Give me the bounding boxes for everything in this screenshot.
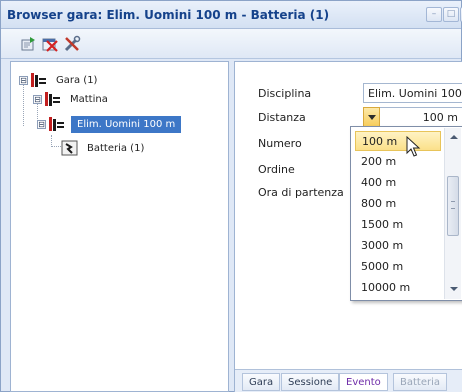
- tree-node-label: Gara (1): [56, 74, 98, 86]
- disciplina-field[interactable]: Elim. Uomini 100: [363, 83, 462, 103]
- toolbar: [1, 29, 461, 59]
- tree-node-label-selected: Elim. Uomini 100 m: [71, 115, 182, 133]
- dropdown-option[interactable]: 400 m: [355, 173, 441, 193]
- ordine-label: Ordine: [258, 163, 295, 176]
- tree-node-gara[interactable]: ⊟ Gara (1): [19, 71, 100, 89]
- dropdown-option[interactable]: 10000 m: [355, 278, 441, 298]
- mouse-cursor-icon: [406, 136, 421, 157]
- tab-batteria: Batteria: [393, 373, 447, 391]
- tab-sessione[interactable]: Sessione: [281, 373, 340, 391]
- maximize-button[interactable]: □: [443, 7, 459, 22]
- title-bar[interactable]: Browser gara: Elim. Uomini 100 m - Batte…: [1, 1, 462, 29]
- tree-node-event[interactable]: ⊟ Elim. Uomini 100 m: [37, 115, 182, 133]
- tree-node-batteria[interactable]: Batteria (1): [61, 139, 147, 157]
- tools-icon[interactable]: [63, 35, 81, 53]
- dropdown-option-highlighted[interactable]: 100 m: [355, 131, 441, 151]
- scroll-up-icon[interactable]: [450, 135, 458, 139]
- numero-label: Numero: [258, 137, 302, 150]
- collapse-icon[interactable]: ⊟: [37, 119, 46, 129]
- dropdown-scrollbar[interactable]: [444, 128, 461, 299]
- ora-partenza-label: Ora di partenza: [258, 186, 344, 199]
- race-tree-panel: ⊟ Gara (1) ⊟ Mattina ⊟ Elim. Uomini 100 …: [10, 61, 229, 392]
- scroll-thumb[interactable]: [447, 176, 459, 236]
- dropdown-option[interactable]: 3000 m: [355, 236, 441, 256]
- tree-node-mattina[interactable]: ⊟ Mattina: [33, 90, 111, 108]
- delete-icon[interactable]: [41, 35, 59, 53]
- tree-node-label: Batteria (1): [87, 142, 145, 154]
- window-title: Browser gara: Elim. Uomini 100 m - Batte…: [7, 8, 330, 22]
- dropdown-option[interactable]: 5000 m: [355, 257, 441, 277]
- collapse-icon[interactable]: ⊟: [33, 94, 42, 104]
- distanza-label: Distanza: [258, 111, 306, 124]
- distanza-dropdown-button[interactable]: [363, 107, 380, 127]
- scroll-down-icon[interactable]: [450, 287, 458, 291]
- race-browser-window: Browser gara: Elim. Uomini 100 m - Batte…: [0, 0, 462, 392]
- dropdown-option[interactable]: 800 m: [355, 194, 441, 214]
- minimize-button[interactable]: –: [426, 7, 442, 22]
- export-icon[interactable]: [19, 35, 37, 53]
- collapse-icon[interactable]: ⊟: [19, 75, 28, 85]
- tab-gara[interactable]: Gara: [242, 373, 281, 391]
- tab-evento[interactable]: Evento: [339, 373, 388, 391]
- dropdown-option[interactable]: 1500 m: [355, 215, 441, 235]
- dropdown-option[interactable]: 200 m: [355, 152, 441, 172]
- tree-node-label: Mattina: [70, 93, 108, 105]
- tab-bar: Gara Sessione Evento Batteria: [235, 369, 462, 392]
- session-icon: [45, 92, 60, 106]
- race-icon: [31, 73, 46, 87]
- chevron-down-icon: [368, 115, 376, 120]
- disciplina-label: Disciplina: [258, 87, 312, 100]
- event-icon: [49, 117, 64, 131]
- heat-icon: [61, 140, 78, 156]
